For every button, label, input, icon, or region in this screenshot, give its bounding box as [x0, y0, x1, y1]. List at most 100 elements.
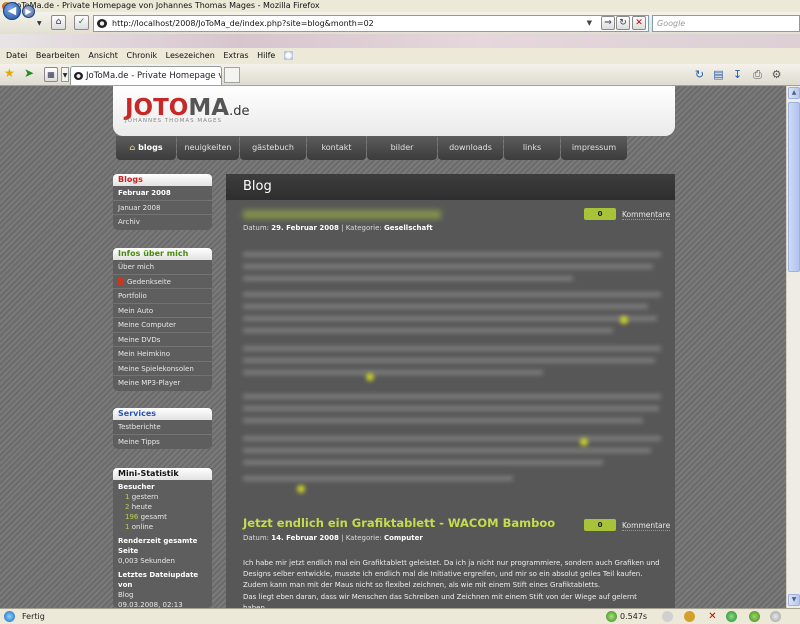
scroll-up-icon[interactable]: ▲ — [788, 87, 800, 99]
status-adblock-icon[interactable] — [749, 611, 760, 622]
back-button[interactable]: ◀ — [3, 2, 21, 20]
sidebar-stats-title: Mini-Statistik — [113, 468, 212, 480]
bookmark-check-icon[interactable]: ✓ — [74, 15, 89, 30]
tools-icon[interactable]: ⚙ — [769, 67, 784, 82]
status-close-icon[interactable]: ✕ — [707, 611, 718, 622]
post1-comment-count[interactable]: 0 — [584, 208, 616, 220]
sidebar-item-mein-heimkino[interactable]: Mein Heimkino — [113, 347, 212, 362]
refresh-icon[interactable]: ↻ — [692, 67, 707, 82]
sidebar-item-meine-computer[interactable]: Meine Computer — [113, 318, 212, 333]
sidebar-item-portfolio[interactable]: Portfolio — [113, 289, 212, 304]
post1-meta: Datum: 29. Februar 2008 | Kategorie: Ges… — [243, 224, 433, 232]
post2-date: 14. Februar 2008 — [271, 534, 339, 542]
vertical-scrollbar[interactable]: ▲ ▼ — [786, 86, 800, 608]
sidebar-services: Services Testberichte Meine Tipps — [113, 408, 212, 449]
post2-category[interactable]: Computer — [384, 534, 423, 542]
nav-blogs-label: blogs — [138, 143, 163, 152]
stats-render: Renderzeit gesamte Seite 0,003 Sekunden — [113, 534, 212, 568]
blurred-text-line — [243, 276, 573, 281]
status-timer-icon — [606, 611, 617, 622]
nav-downloads[interactable]: downloads — [438, 136, 503, 160]
blurred-text-line — [243, 304, 648, 309]
sidebar-item-archiv[interactable]: Archiv — [113, 215, 212, 230]
status-ext-icon-4[interactable] — [770, 611, 781, 622]
sidebar-blogs: Blogs Februar 2008 Januar 2008 Archiv — [113, 174, 212, 230]
url-dropdown-icon[interactable]: ▼ — [587, 16, 592, 31]
status-text: Fertig — [22, 612, 45, 621]
post2-title[interactable]: Jetzt endlich ein Grafiktablett - WACOM … — [243, 516, 555, 530]
page-icon[interactable]: ▤ — [711, 67, 726, 82]
post2-comments-link[interactable]: Kommentare — [622, 521, 671, 531]
menu-bearbeiten[interactable]: Bearbeiten — [36, 48, 80, 64]
site-nav: ⌂ blogs neuigkeiten gästebuch kontakt bil… — [113, 136, 675, 164]
scroll-down-icon[interactable]: ▼ — [788, 594, 800, 606]
blog-heading: Blog — [226, 174, 675, 200]
sidebar-item-mein-auto[interactable]: Mein Auto — [113, 304, 212, 318]
stats-label: gesamt — [140, 513, 167, 521]
print-icon[interactable]: ⎙ — [750, 67, 765, 82]
nav-bilder-label: bilder — [390, 143, 414, 152]
status-ext-icon-1[interactable] — [662, 611, 673, 622]
sidebar-item-februar-2008[interactable]: Februar 2008 — [113, 186, 212, 201]
nav-kontakt[interactable]: kontakt — [307, 136, 366, 160]
stats-update-label: Letztes Dateiupdate von — [118, 571, 199, 589]
menu-datei[interactable]: Datei — [6, 48, 27, 64]
forward-button[interactable]: ▶ — [22, 5, 35, 18]
nav-blogs[interactable]: ⌂ blogs — [116, 136, 176, 160]
tab-jotoma[interactable]: JoToMa.de - Private Homepage von J... — [70, 66, 222, 85]
memorial-icon — [118, 276, 124, 285]
tab-list-icon[interactable]: ▦ — [44, 67, 58, 82]
download-icon[interactable]: ↧ — [730, 67, 745, 82]
status-time: 0.547s — [620, 612, 648, 621]
post2-comment-count[interactable]: 0 — [584, 519, 616, 531]
stats-label: gestern — [131, 493, 159, 501]
blurred-text-line — [243, 476, 513, 481]
stop-icon[interactable]: ✕ — [632, 16, 646, 30]
nav-gaestebuch-label: gästebuch — [252, 143, 294, 152]
sidebar-item-gedenkseite-label: Gedenkseite — [127, 277, 171, 286]
sidebar-item-meine-dvds[interactable]: Meine DVDs — [113, 333, 212, 347]
go-button[interactable]: ⇒ — [601, 16, 615, 30]
window-title: JoToMa.de - Private Homepage von Johanne… — [14, 1, 320, 10]
nav-links[interactable]: links — [504, 136, 560, 160]
house-icon: ⌂ — [129, 143, 136, 152]
blurred-smiley — [620, 316, 628, 324]
sidebar-item-januar-2008[interactable]: Januar 2008 — [113, 201, 212, 215]
logo-subtitle: JOHANNES THOMAS MAGES — [125, 118, 223, 124]
status-ext-icon-2[interactable] — [684, 611, 695, 622]
reload-icon[interactable]: ↻ — [616, 16, 630, 30]
sidebar-item-meine-mp3-player[interactable]: Meine MP3-Player — [113, 376, 212, 391]
history-dropdown-icon[interactable]: ▼ — [37, 20, 43, 27]
menu-lesezeichen[interactable]: Lesezeichen — [166, 48, 215, 64]
nav-bilder[interactable]: bilder — [367, 136, 437, 160]
sidebar-item-testberichte[interactable]: Testberichte — [113, 420, 212, 435]
menu-ansicht[interactable]: Ansicht — [88, 48, 118, 64]
sidebar-item-meine-tipps[interactable]: Meine Tipps — [113, 435, 212, 450]
sidebar-item-ueber-mich[interactable]: Über mich — [113, 260, 212, 275]
sidebar-item-gedenkseite[interactable]: Gedenkseite — [113, 275, 212, 289]
new-tab-button[interactable] — [224, 67, 240, 83]
nav-impressum[interactable]: impressum — [561, 136, 627, 160]
stats-num: 196 — [125, 513, 139, 521]
nav-gaestebuch[interactable]: gästebuch — [240, 136, 306, 160]
blurred-text-line — [243, 328, 613, 333]
sidebar-stats: Mini-Statistik Besucher 1 gestern 2 heut… — [113, 468, 212, 608]
search-input[interactable]: Google — [652, 15, 800, 32]
star-icon[interactable]: ★ — [4, 66, 15, 80]
status-ext-icon-3[interactable] — [726, 611, 737, 622]
home-icon[interactable]: ⌂ — [51, 15, 66, 30]
post1-category[interactable]: Gesellschaft — [384, 224, 433, 232]
menu-extension-icon[interactable] — [283, 51, 293, 60]
nav-neuigkeiten[interactable]: neuigkeiten — [177, 136, 239, 160]
menu-hilfe[interactable]: Hilfe — [257, 48, 275, 64]
menu-chronik[interactable]: Chronik — [126, 48, 157, 64]
blurred-text-line — [243, 418, 643, 423]
menu-extras[interactable]: Extras — [223, 48, 248, 64]
tab-dropdown-icon[interactable]: ▼ — [61, 67, 69, 82]
bookmarks-arrow-icon[interactable]: ➤ — [24, 66, 34, 80]
scroll-thumb[interactable] — [788, 102, 800, 272]
nav-links-label: links — [522, 143, 542, 152]
post1-comments-link[interactable]: Kommentare — [622, 210, 671, 220]
url-bar[interactable]: http://localhost/2008/JoToMa_de/index.ph… — [93, 15, 649, 32]
sidebar-item-meine-spielekonsolen[interactable]: Meine Spielekonsolen — [113, 362, 212, 376]
